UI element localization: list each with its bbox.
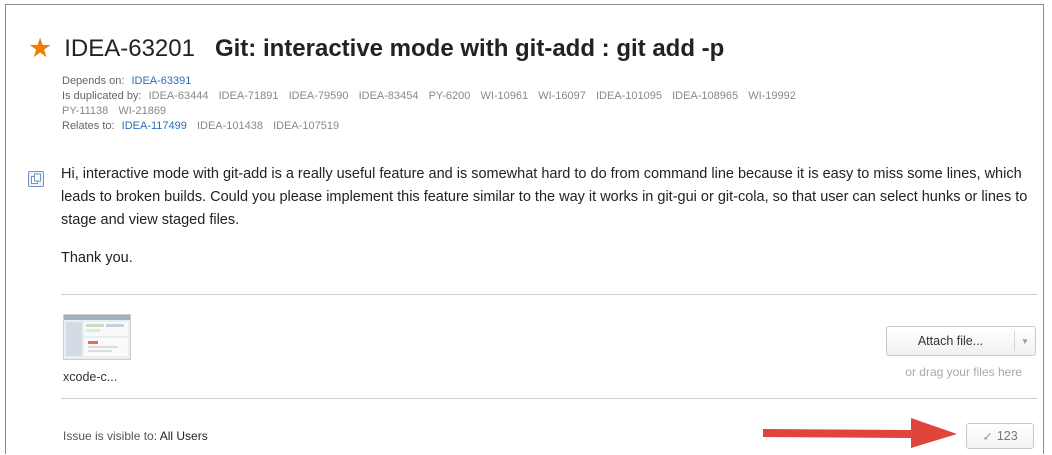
depends-row: Depends on: IDEA-63391 [62,74,1022,89]
visibility-value[interactable]: All Users [160,429,208,443]
issue-id: IDEA-63201 [64,35,195,62]
duplicated-link[interactable]: WI-10961 [480,90,528,102]
description-paragraph: Thank you. [61,250,133,266]
description-paragraph: Hi, interactive mode with git-add is a r… [61,166,1028,228]
divider [61,294,1037,295]
duplicated-row: Is duplicated by: IDEA-63444 IDEA-71891 … [62,89,1022,119]
duplicated-link[interactable]: IDEA-108965 [672,90,738,102]
issue-links: Depends on: IDEA-63391 Is duplicated by:… [62,74,1022,134]
duplicated-link[interactable]: IDEA-71891 [219,90,279,102]
duplicated-link[interactable]: IDEA-63444 [149,90,209,102]
issue-description: Hi, interactive mode with git-add is a r… [61,163,1041,270]
issue-header: ★ IDEA-63201 Git: interactive mode with … [28,34,725,63]
attach-file-button[interactable]: Attach file... ▼ [886,326,1036,356]
chevron-down-icon[interactable]: ▼ [1015,327,1035,355]
depends-label: Depends on: [62,75,125,87]
attach-file-label[interactable]: Attach file... [887,327,1014,355]
duplicated-link[interactable]: IDEA-101095 [596,90,662,102]
duplicated-link[interactable]: IDEA-79590 [289,90,349,102]
relates-row: Relates to: IDEA-117499 IDEA-101438 IDEA… [62,119,1022,134]
relates-label: Relates to: [62,120,115,132]
arrow-annotation-icon [763,418,957,448]
check-icon: ✓ [982,429,993,444]
attachment-name[interactable]: xcode-c... [63,370,117,384]
issue-panel: ★ IDEA-63201 Git: interactive mode with … [5,4,1044,454]
visibility-label: Issue is visible to: [63,429,158,443]
visibility-info: Issue is visible to: All Users [63,429,208,443]
copy-icon[interactable] [28,171,44,187]
vote-button[interactable]: ✓ 123 [966,423,1034,449]
depends-link[interactable]: IDEA-63391 [131,75,191,87]
duplicated-link[interactable]: WI-21869 [118,105,166,117]
issue-title: Git: interactive mode with git-add : git… [214,35,725,62]
relates-link[interactable]: IDEA-107519 [273,120,339,132]
duplicated-link[interactable]: IDEA-83454 [359,90,419,102]
duplicated-link[interactable]: WI-19992 [748,90,796,102]
attachment-thumbnail[interactable] [63,314,131,360]
divider [61,398,1037,399]
duplicated-link[interactable]: PY-6200 [429,90,471,102]
duplicated-label: Is duplicated by: [62,90,142,102]
relates-link[interactable]: IDEA-117499 [122,120,187,132]
duplicated-link[interactable]: PY-11138 [62,105,108,117]
star-icon[interactable]: ★ [28,34,52,62]
duplicated-link[interactable]: WI-16097 [538,90,586,102]
vote-count: 123 [996,429,1018,443]
relates-link[interactable]: IDEA-101438 [197,120,263,132]
drag-hint: or drag your files here [905,365,1022,379]
